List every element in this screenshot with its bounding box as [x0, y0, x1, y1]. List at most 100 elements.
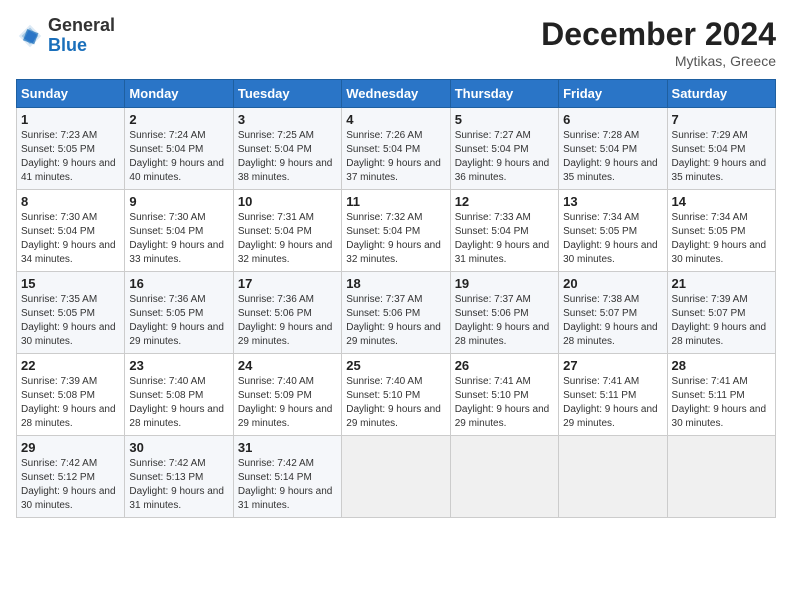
weekday-header: Saturday — [667, 80, 775, 108]
day-detail: Sunrise: 7:25 AM Sunset: 5:04 PM Dayligh… — [238, 129, 337, 185]
logo-general: General — [48, 15, 115, 35]
day-detail: Sunrise: 7:24 AM Sunset: 5:04 PM Dayligh… — [129, 129, 228, 185]
day-detail: Sunrise: 7:23 AM Sunset: 5:05 PM Dayligh… — [21, 129, 120, 185]
calendar-day-cell: 7 Sunrise: 7:29 AM Sunset: 5:04 PM Daylig… — [667, 108, 775, 190]
day-number: 16 — [129, 276, 228, 291]
calendar-week-row: 22 Sunrise: 7:39 AM Sunset: 5:08 PM Dayli… — [17, 354, 776, 436]
day-detail: Sunrise: 7:42 AM Sunset: 5:14 PM Dayligh… — [238, 457, 337, 513]
calendar-header-row: SundayMondayTuesdayWednesdayThursdayFrid… — [17, 80, 776, 108]
day-number: 28 — [672, 358, 771, 373]
calendar-day-cell: 12Sunrise: 7:33 AM Sunset: 5:04 PM Dayli… — [450, 190, 558, 272]
day-number: 18 — [346, 276, 445, 291]
calendar-day-cell: 28Sunrise: 7:41 AM Sunset: 5:11 PM Dayli… — [667, 354, 775, 436]
day-number: 3 — [238, 112, 337, 127]
calendar-day-cell: 23 Sunrise: 7:40 AM Sunset: 5:08 PM Dayli… — [125, 354, 233, 436]
day-number: 1 — [21, 112, 120, 127]
logo: General Blue — [16, 16, 115, 56]
calendar-day-cell — [450, 436, 558, 518]
weekday-header: Friday — [559, 80, 667, 108]
logo-icon — [16, 22, 44, 50]
calendar-day-cell: 16 Sunrise: 7:36 AM Sunset: 5:05 PM Dayli… — [125, 272, 233, 354]
day-detail: Sunrise: 7:29 AM Sunset: 5:04 PM Dayligh… — [672, 129, 771, 185]
day-detail: Sunrise: 7:30 AM Sunset: 5:04 PM Dayligh… — [21, 211, 120, 267]
day-number: 13 — [563, 194, 662, 209]
page-header: General Blue December 2024 Mytikas, Gree… — [16, 16, 776, 69]
calendar-day-cell: 31 Sunrise: 7:42 AM Sunset: 5:14 PM Dayli… — [233, 436, 341, 518]
weekday-header: Monday — [125, 80, 233, 108]
calendar-day-cell — [667, 436, 775, 518]
calendar-table: SundayMondayTuesdayWednesdayThursdayFrid… — [16, 79, 776, 518]
calendar-day-cell: 25 Sunrise: 7:40 AM Sunset: 5:10 PM Dayli… — [342, 354, 450, 436]
day-number: 25 — [346, 358, 445, 373]
calendar-day-cell: 15 Sunrise: 7:35 AM Sunset: 5:05 PM Dayli… — [17, 272, 125, 354]
day-detail: Sunrise: 7:26 AM Sunset: 5:04 PM Dayligh… — [346, 129, 445, 185]
calendar-week-row: 15 Sunrise: 7:35 AM Sunset: 5:05 PM Dayli… — [17, 272, 776, 354]
day-number: 12 — [455, 194, 554, 209]
calendar-day-cell: 9Sunrise: 7:30 AM Sunset: 5:04 PM Daylig… — [125, 190, 233, 272]
calendar-day-cell: 29 Sunrise: 7:42 AM Sunset: 5:12 PM Dayli… — [17, 436, 125, 518]
day-number: 30 — [129, 440, 228, 455]
day-number: 11 — [346, 194, 445, 209]
logo-blue: Blue — [48, 35, 87, 55]
day-detail: Sunrise: 7:38 AM Sunset: 5:07 PM Dayligh… — [563, 293, 662, 349]
day-detail: Sunrise: 7:31 AM Sunset: 5:04 PM Dayligh… — [238, 211, 337, 267]
calendar-day-cell: 19 Sunrise: 7:37 AM Sunset: 5:06 PM Dayli… — [450, 272, 558, 354]
calendar-week-row: 29 Sunrise: 7:42 AM Sunset: 5:12 PM Dayli… — [17, 436, 776, 518]
day-number: 17 — [238, 276, 337, 291]
day-number: 8 — [21, 194, 120, 209]
day-number: 14 — [672, 194, 771, 209]
day-detail: Sunrise: 7:41 AM Sunset: 5:10 PM Dayligh… — [455, 375, 554, 431]
weekday-header: Thursday — [450, 80, 558, 108]
calendar-day-cell: 20Sunrise: 7:38 AM Sunset: 5:07 PM Dayli… — [559, 272, 667, 354]
day-number: 22 — [21, 358, 120, 373]
calendar-day-cell: 4Sunrise: 7:26 AM Sunset: 5:04 PM Daylig… — [342, 108, 450, 190]
day-number: 24 — [238, 358, 337, 373]
calendar-day-cell: 18 Sunrise: 7:37 AM Sunset: 5:06 PM Dayli… — [342, 272, 450, 354]
day-detail: Sunrise: 7:40 AM Sunset: 5:10 PM Dayligh… — [346, 375, 445, 431]
location: Mytikas, Greece — [541, 53, 776, 69]
calendar-day-cell: 27Sunrise: 7:41 AM Sunset: 5:11 PM Dayli… — [559, 354, 667, 436]
month-title: December 2024 — [541, 16, 776, 53]
calendar-day-cell: 17 Sunrise: 7:36 AM Sunset: 5:06 PM Dayli… — [233, 272, 341, 354]
calendar-day-cell: 21 Sunrise: 7:39 AM Sunset: 5:07 PM Dayli… — [667, 272, 775, 354]
calendar-day-cell: 14Sunrise: 7:34 AM Sunset: 5:05 PM Dayli… — [667, 190, 775, 272]
title-area: December 2024 Mytikas, Greece — [541, 16, 776, 69]
day-detail: Sunrise: 7:37 AM Sunset: 5:06 PM Dayligh… — [346, 293, 445, 349]
day-number: 2 — [129, 112, 228, 127]
weekday-header: Sunday — [17, 80, 125, 108]
day-number: 31 — [238, 440, 337, 455]
logo-text: General Blue — [48, 16, 115, 56]
day-number: 29 — [21, 440, 120, 455]
day-detail: Sunrise: 7:40 AM Sunset: 5:09 PM Dayligh… — [238, 375, 337, 431]
calendar-day-cell — [342, 436, 450, 518]
day-detail: Sunrise: 7:37 AM Sunset: 5:06 PM Dayligh… — [455, 293, 554, 349]
day-number: 5 — [455, 112, 554, 127]
day-detail: Sunrise: 7:39 AM Sunset: 5:08 PM Dayligh… — [21, 375, 120, 431]
day-number: 6 — [563, 112, 662, 127]
weekday-header: Tuesday — [233, 80, 341, 108]
day-detail: Sunrise: 7:36 AM Sunset: 5:06 PM Dayligh… — [238, 293, 337, 349]
calendar-day-cell: 24 Sunrise: 7:40 AM Sunset: 5:09 PM Dayli… — [233, 354, 341, 436]
calendar-day-cell: 13 Sunrise: 7:34 AM Sunset: 5:05 PM Dayli… — [559, 190, 667, 272]
day-number: 27 — [563, 358, 662, 373]
day-number: 15 — [21, 276, 120, 291]
day-number: 23 — [129, 358, 228, 373]
calendar-day-cell: 3 Sunrise: 7:25 AM Sunset: 5:04 PM Daylig… — [233, 108, 341, 190]
day-number: 21 — [672, 276, 771, 291]
day-number: 26 — [455, 358, 554, 373]
calendar-day-cell: 26 Sunrise: 7:41 AM Sunset: 5:10 PM Dayli… — [450, 354, 558, 436]
day-number: 19 — [455, 276, 554, 291]
day-number: 7 — [672, 112, 771, 127]
day-detail: Sunrise: 7:32 AM Sunset: 5:04 PM Dayligh… — [346, 211, 445, 267]
day-detail: Sunrise: 7:40 AM Sunset: 5:08 PM Dayligh… — [129, 375, 228, 431]
day-detail: Sunrise: 7:42 AM Sunset: 5:12 PM Dayligh… — [21, 457, 120, 513]
calendar-day-cell: 5Sunrise: 7:27 AM Sunset: 5:04 PM Daylig… — [450, 108, 558, 190]
day-detail: Sunrise: 7:34 AM Sunset: 5:05 PM Dayligh… — [563, 211, 662, 267]
weekday-header: Wednesday — [342, 80, 450, 108]
day-detail: Sunrise: 7:35 AM Sunset: 5:05 PM Dayligh… — [21, 293, 120, 349]
calendar-day-cell: 30Sunrise: 7:42 AM Sunset: 5:13 PM Dayli… — [125, 436, 233, 518]
calendar-day-cell: 10Sunrise: 7:31 AM Sunset: 5:04 PM Dayli… — [233, 190, 341, 272]
day-detail: Sunrise: 7:39 AM Sunset: 5:07 PM Dayligh… — [672, 293, 771, 349]
day-detail: Sunrise: 7:36 AM Sunset: 5:05 PM Dayligh… — [129, 293, 228, 349]
calendar-day-cell: 6Sunrise: 7:28 AM Sunset: 5:04 PM Daylig… — [559, 108, 667, 190]
